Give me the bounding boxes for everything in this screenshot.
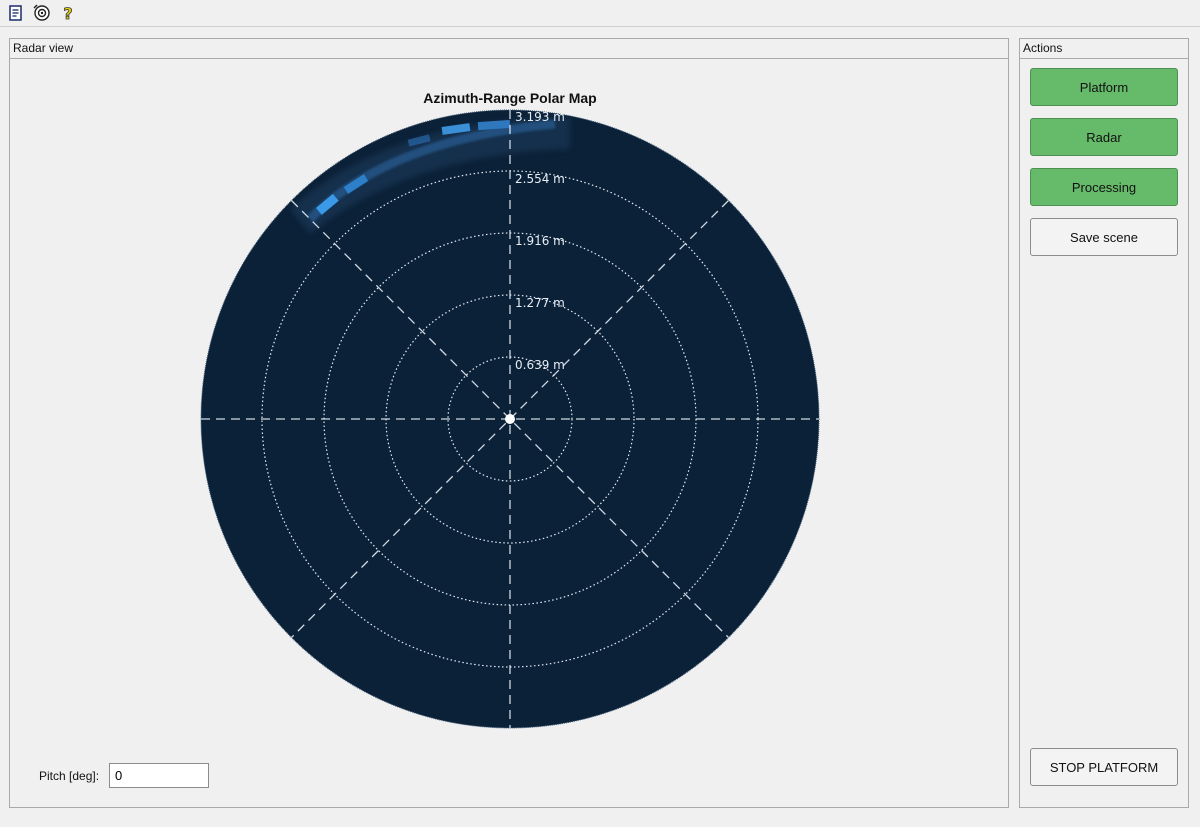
pitch-label: Pitch [deg]: <box>39 769 100 783</box>
range-label: 3.193 m <box>515 110 565 124</box>
processing-button[interactable]: Processing <box>1030 168 1178 206</box>
save-scene-button[interactable]: Save scene <box>1030 218 1178 256</box>
actions-divider <box>1020 58 1188 59</box>
range-label: 0.639 m <box>515 358 565 372</box>
help-icon[interactable]: ? <box>59 4 77 22</box>
range-label: 1.277 m <box>515 296 565 310</box>
polar-map-title: Azimuth-Range Polar Map <box>423 90 596 106</box>
main-toolbar: ? <box>0 0 1200 27</box>
range-label: 2.554 m <box>515 172 565 186</box>
actions-panel: Actions Platform Radar Processing Save s… <box>1019 38 1189 808</box>
svg-text:?: ? <box>63 4 72 22</box>
platform-button[interactable]: Platform <box>1030 68 1178 106</box>
actions-title: Actions <box>1023 41 1063 55</box>
target-icon[interactable] <box>33 4 51 22</box>
range-label: 1.916 m <box>515 234 565 248</box>
radar-button[interactable]: Radar <box>1030 118 1178 156</box>
polar-map: Azimuth-Range Polar Map 0.639 m 1.277 m … <box>200 90 820 729</box>
stop-platform-button[interactable]: STOP PLATFORM <box>1030 748 1178 786</box>
status-bar <box>0 814 1200 827</box>
radar-origin <box>505 414 515 424</box>
document-icon[interactable] <box>7 4 25 22</box>
radar-view-panel: Radar view Azimuth-Range Polar Map 0.639… <box>9 38 1009 808</box>
radar-view-title: Radar view <box>13 41 74 55</box>
pitch-input[interactable] <box>109 763 209 788</box>
